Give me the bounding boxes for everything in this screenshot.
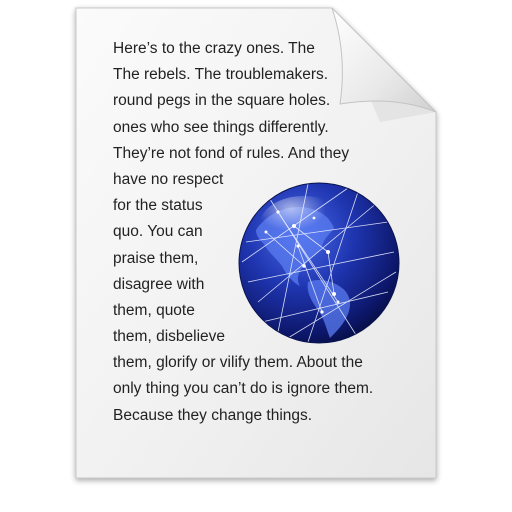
text-line: The rebels. The troublemakers. — [113, 66, 329, 84]
text-line: ones who see things differently. — [113, 118, 329, 136]
text-line: them, glorify or vilify them. About the — [113, 354, 363, 372]
text-line: They’re not fond of rules. And they — [113, 144, 350, 162]
text-line: Here’s to the crazy ones. The — [113, 40, 315, 57]
network-globe-icon — [238, 182, 400, 344]
text-line: only thing you can’t do is ignore them. — [113, 380, 374, 398]
text-line: Because they change things. — [113, 406, 313, 424]
text-line: round pegs in the square holes. — [113, 92, 331, 110]
document-icon-stage: Here’s to the crazy ones. The The rebels… — [0, 0, 512, 512]
